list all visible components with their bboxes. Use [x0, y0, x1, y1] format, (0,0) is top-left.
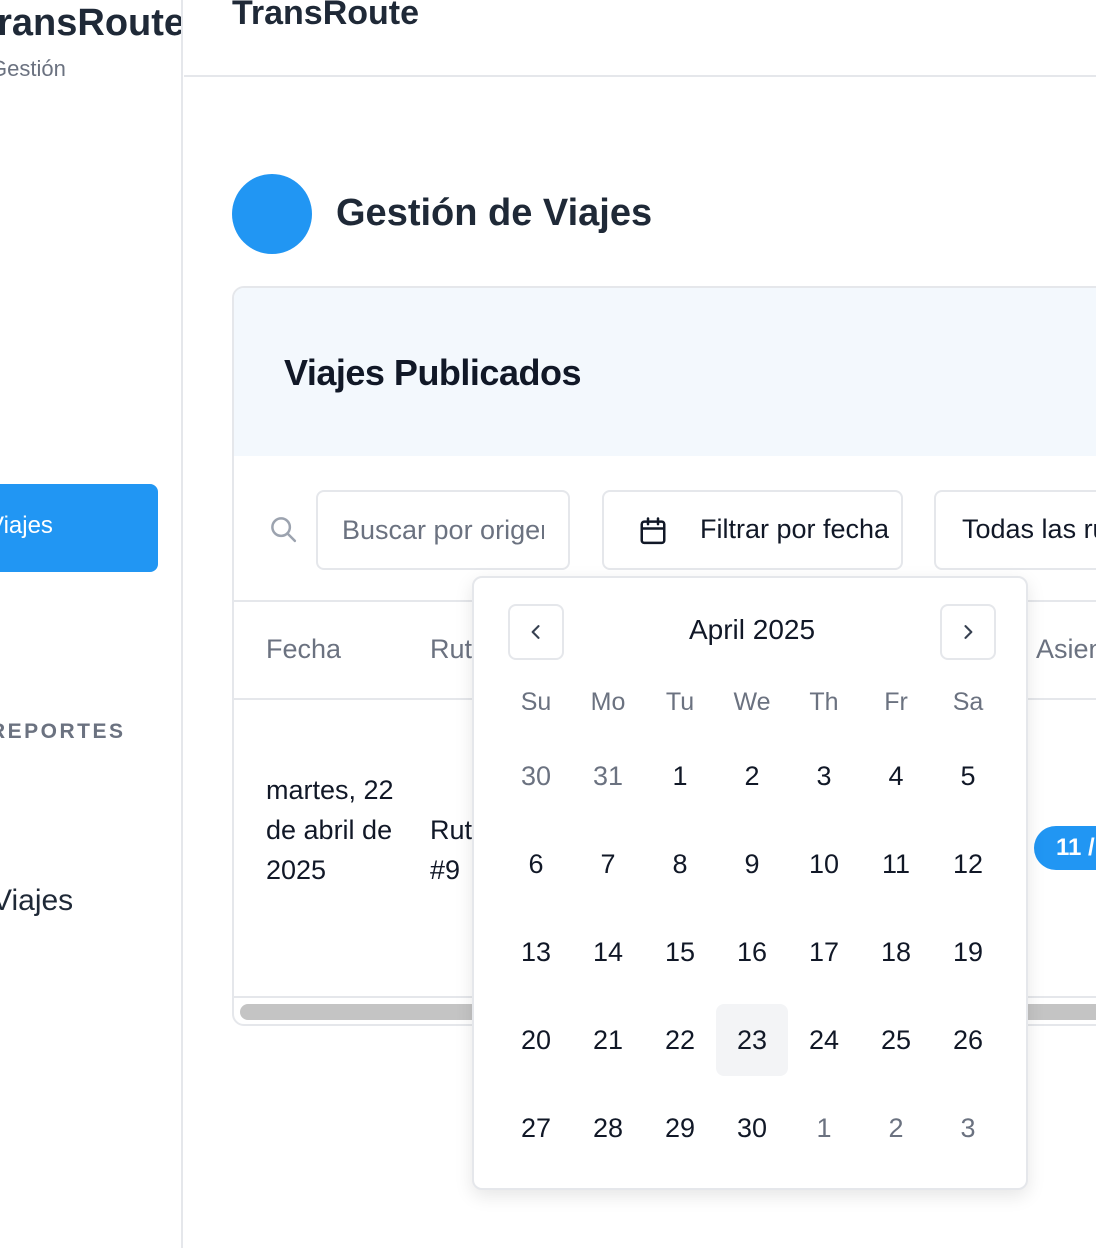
card-title: Viajes Publicados: [284, 352, 581, 393]
calendar-day[interactable]: 19: [932, 916, 1004, 988]
calendar-day[interactable]: 26: [932, 1004, 1004, 1076]
calendar-day[interactable]: 9: [716, 828, 788, 900]
table-cell-fecha: martes, 22 de abril de 2025: [266, 775, 394, 885]
search-input[interactable]: [316, 490, 570, 570]
weekday-label: Fr: [884, 688, 908, 716]
search-icon: [271, 517, 297, 543]
page-avatar: [232, 174, 312, 254]
calendar-day[interactable]: 11: [860, 828, 932, 900]
column-header-asientos[interactable]: Asientos: [1036, 634, 1096, 665]
calendar-day[interactable]: 25: [860, 1004, 932, 1076]
weekday-label: Mo: [590, 688, 626, 716]
calendar-day[interactable]: 1: [788, 1092, 860, 1164]
weekday-label: Su: [520, 688, 552, 716]
calendar-day[interactable]: 22: [644, 1004, 716, 1076]
page-title: Gestión de Viajes: [336, 192, 653, 234]
calendar-day[interactable]: 2: [716, 740, 788, 812]
calendar-day[interactable]: 5: [932, 740, 1004, 812]
calendar-day[interactable]: 30: [500, 740, 572, 812]
sidebar: TransRoute Gestión Viajes REPORTES Viaje…: [0, 0, 183, 1248]
sidebar-item-viajes[interactable]: Viajes: [0, 884, 73, 918]
date-picker-popover: April 2025 Su Mo Tu We Th Fr Sa 30 31 1 2 3 4 5 6 7 8 9 10…: [472, 576, 1028, 1190]
calendar-day[interactable]: 14: [572, 916, 644, 988]
calendar-day[interactable]: 20: [500, 1004, 572, 1076]
calendar-day[interactable]: 1: [644, 740, 716, 812]
weekday-label: Sa: [952, 688, 984, 716]
calendar-icon: [640, 517, 666, 545]
calendar-day[interactable]: 30: [716, 1092, 788, 1164]
calendar-day[interactable]: 2: [860, 1092, 932, 1164]
sidebar-section-reportes: REPORTES: [0, 720, 126, 743]
calendar-day[interactable]: 4: [860, 740, 932, 812]
calendar-day[interactable]: 17: [788, 916, 860, 988]
top-header: TransRoute: [184, 0, 1096, 77]
calendar-day[interactable]: 29: [644, 1092, 716, 1164]
weekday-label: Tu: [665, 688, 695, 716]
date-filter-button[interactable]: Filtrar por fecha: [602, 490, 903, 570]
calendar-day[interactable]: 27: [500, 1092, 572, 1164]
seats-badge: 11 / 40: [1034, 826, 1096, 870]
sidebar-brand-title: TransRoute: [0, 2, 183, 44]
next-month-button[interactable]: [940, 604, 996, 660]
calendar-day[interactable]: 18: [860, 916, 932, 988]
calendar-day[interactable]: 31: [572, 740, 644, 812]
weekday-label: Th: [809, 688, 839, 716]
sidebar-item-active-label: Viajes: [0, 512, 53, 539]
app-title: TransRoute: [232, 0, 420, 32]
calendar-day[interactable]: 16: [716, 916, 788, 988]
calendar-day[interactable]: 12: [932, 828, 1004, 900]
calendar-day[interactable]: 28: [572, 1092, 644, 1164]
calendar-day[interactable]: 7: [572, 828, 644, 900]
card-header: Viajes Publicados: [234, 288, 1096, 456]
calendar-day[interactable]: 21: [572, 1004, 644, 1076]
weekday-label: We: [733, 688, 771, 716]
column-header-fecha[interactable]: Fecha: [266, 634, 341, 665]
calendar-day[interactable]: 3: [788, 740, 860, 812]
calendar-day[interactable]: 13: [500, 916, 572, 988]
calendar-day[interactable]: 15: [644, 916, 716, 988]
calendar-day[interactable]: 3: [932, 1092, 1004, 1164]
calendar-day[interactable]: 8: [644, 828, 716, 900]
calendar-day[interactable]: 6: [500, 828, 572, 900]
sidebar-brand-subtitle: Gestión: [0, 56, 66, 81]
route-select[interactable]: Todas las rutas: [934, 490, 1096, 570]
calendar-day[interactable]: 24: [788, 1004, 860, 1076]
calendar-day[interactable]: 10: [788, 828, 860, 900]
sidebar-item-active[interactable]: Viajes: [0, 484, 158, 572]
route-select-value: Todas las rutas: [962, 514, 1096, 544]
chevron-right-icon: [964, 625, 973, 639]
calendar-day-today[interactable]: 23: [716, 1004, 788, 1076]
date-filter-label: Filtrar por fecha: [700, 514, 890, 544]
